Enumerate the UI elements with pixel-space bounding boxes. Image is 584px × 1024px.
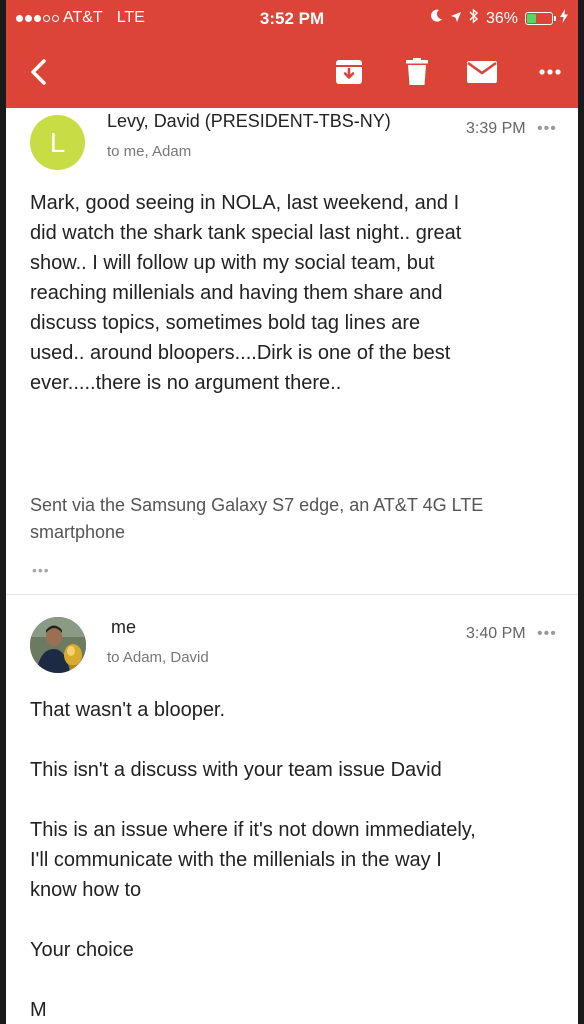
body-line: I'll communicate with the millenials in … bbox=[30, 849, 442, 871]
reply-body: That wasn't a blooper. This isn't a disc… bbox=[30, 695, 550, 1024]
app-header: AT&T LTE 3:52 PM 36% bbox=[6, 0, 578, 108]
bluetooth-icon bbox=[469, 8, 479, 29]
body-line: know how to bbox=[30, 879, 142, 901]
signature-line: smartphone bbox=[30, 522, 126, 542]
sender-name: me bbox=[111, 617, 137, 637]
status-bar: AT&T LTE 3:52 PM 36% bbox=[6, 0, 578, 36]
recipients-summary[interactable]: to Adam, David bbox=[107, 649, 209, 666]
body-line: discuss topics, sometimes bold tag lines… bbox=[30, 312, 421, 334]
body-line: reaching millenials and having them shar… bbox=[30, 282, 443, 304]
message-time: 3:40 PM bbox=[466, 625, 526, 642]
body-line: used.. around bloopers....Dirk is one of… bbox=[30, 342, 451, 364]
sender-avatar[interactable]: L bbox=[30, 115, 85, 170]
message-time: 3:39 PM bbox=[466, 120, 526, 137]
recipients-summary[interactable]: to me, Adam bbox=[107, 143, 191, 160]
message-toolbar bbox=[6, 44, 578, 100]
email-thread-screen: AT&T LTE 3:52 PM 36% L Levy, David (PRES… bbox=[6, 0, 578, 1024]
body-line: This is an issue where if it's not down … bbox=[30, 819, 476, 841]
signature-line: Sent via the Samsung Galaxy S7 edge, an … bbox=[30, 495, 484, 515]
body-line: show.. I will follow up with my social t… bbox=[30, 252, 435, 274]
moon-icon bbox=[430, 9, 443, 28]
status-icons: 36% bbox=[430, 8, 568, 29]
message-divider bbox=[6, 594, 578, 595]
body-line: did watch the shark tank special last ni… bbox=[30, 222, 462, 244]
email-signature: Sent via the Samsung Galaxy S7 edge, an … bbox=[30, 492, 550, 546]
message-more-button[interactable]: ••• bbox=[537, 120, 557, 138]
body-line: Your choice bbox=[30, 939, 134, 961]
show-trimmed-content-button[interactable]: ••• bbox=[32, 562, 50, 578]
body-line: That wasn't a blooper. bbox=[30, 699, 226, 721]
mail-icon bbox=[467, 61, 497, 83]
message-body: Mark, good seeing in NOLA, last weekend,… bbox=[30, 188, 550, 398]
trash-icon bbox=[406, 58, 428, 85]
back-chevron-icon bbox=[31, 59, 46, 85]
archive-icon bbox=[336, 60, 362, 84]
battery-level-fill bbox=[527, 14, 536, 23]
charging-bolt-icon bbox=[560, 9, 568, 28]
location-arrow-icon bbox=[450, 10, 462, 28]
archive-button[interactable] bbox=[329, 52, 369, 92]
user-photo-avatar[interactable] bbox=[30, 617, 86, 673]
back-button[interactable] bbox=[18, 52, 58, 92]
more-options-icon bbox=[539, 69, 561, 75]
sender-name: Levy, David (PRESIDENT-TBS-NY) bbox=[107, 111, 391, 131]
more-options-button[interactable] bbox=[530, 52, 570, 92]
body-line: This isn't a discuss with your team issu… bbox=[30, 759, 442, 781]
delete-button[interactable] bbox=[397, 52, 437, 92]
mark-unread-button[interactable] bbox=[462, 52, 502, 92]
battery-icon bbox=[525, 12, 556, 25]
battery-percent: 36% bbox=[485, 9, 518, 27]
body-line: Mark, good seeing in NOLA, last weekend,… bbox=[30, 192, 460, 214]
body-line: ever.....there is no argument there.. bbox=[30, 372, 342, 394]
message-more-button[interactable]: ••• bbox=[537, 625, 557, 643]
body-line: M bbox=[30, 999, 47, 1021]
